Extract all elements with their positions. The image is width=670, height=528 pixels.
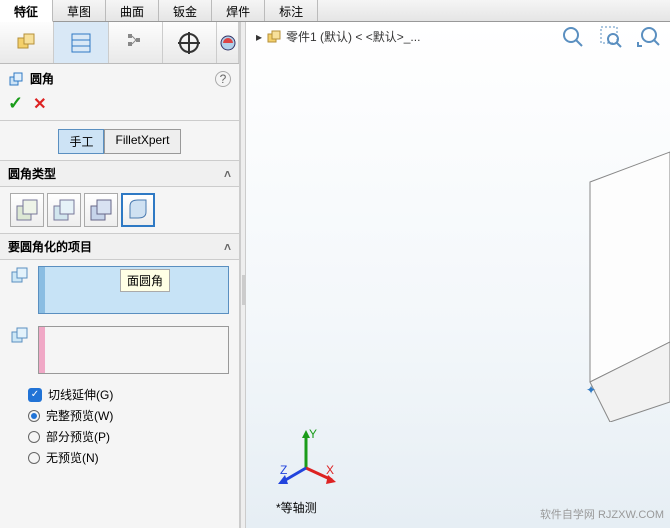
tab-feature[interactable]: 特征 — [0, 0, 53, 22]
feature-title-bar: 圆角 ? — [0, 64, 239, 93]
ok-button[interactable]: ✓ — [8, 93, 23, 114]
tooltip: 面圆角 — [120, 269, 170, 292]
help-icon[interactable]: ? — [215, 71, 231, 87]
part-icon — [266, 29, 282, 45]
main-tabstrip: 特征 草图 曲面 钣金 焊件 标注 — [0, 0, 670, 22]
cancel-button[interactable]: ✕ — [33, 94, 46, 114]
confirm-row: ✓ ✕ — [0, 93, 239, 118]
tab-weldment[interactable]: 焊件 — [212, 0, 265, 21]
feature-title: 圆角 — [30, 70, 54, 87]
property-panel: 圆角 ? ✓ ✕ 手工 FilletXpert 圆角类型 ˄ 面圆角 要圆角化的… — [0, 22, 240, 528]
feature-manager-icon[interactable] — [0, 22, 54, 63]
option-label: 部分预览(P) — [46, 428, 110, 445]
zoom-area-icon[interactable] — [598, 24, 624, 50]
partial-preview-option[interactable]: 部分预览(P) — [28, 426, 211, 447]
fillet-icon — [8, 71, 24, 87]
manual-mode-button[interactable]: 手工 — [58, 129, 104, 154]
svg-text:X: X — [326, 463, 334, 477]
face-set-2-row — [0, 320, 239, 380]
no-preview-option[interactable]: 无预览(N) — [28, 447, 211, 468]
option-label: 完整预览(W) — [46, 407, 113, 424]
section-label: 要圆角化的项目 — [8, 238, 92, 255]
expand-icon[interactable]: ▸ — [256, 30, 262, 44]
fillet-type-row — [0, 187, 239, 233]
svg-text:✦: ✦ — [586, 383, 596, 397]
breadcrumb-text: 零件1 (默认) < <默认>_... — [286, 28, 420, 45]
zoom-fit-icon[interactable] — [560, 24, 586, 50]
property-manager-icon[interactable] — [54, 22, 108, 63]
face-set-icon — [10, 266, 30, 286]
fillet-type-full-round[interactable] — [121, 193, 155, 227]
watermark: 软件自学网 RJZXW.COM — [540, 506, 664, 522]
tab-surface[interactable]: 曲面 — [106, 0, 159, 21]
face-set-2-list[interactable] — [38, 326, 229, 374]
section-fillet-type[interactable]: 圆角类型 ˄ — [0, 160, 239, 187]
tab-annotate[interactable]: 标注 — [265, 0, 318, 21]
prev-view-icon[interactable] — [636, 24, 662, 50]
option-label: 切线延伸(G) — [48, 386, 113, 403]
fillet-type-face[interactable] — [84, 193, 118, 227]
viewport[interactable]: ▸ 零件1 (默认) < <默认>_... ✦ Y X Z *等轴测 软件自学网… — [246, 22, 670, 528]
fillet-type-variable[interactable] — [47, 193, 81, 227]
panel-mode-row — [0, 22, 239, 64]
chevron-up-icon[interactable]: ˄ — [224, 240, 231, 254]
radio-icon[interactable] — [28, 431, 40, 443]
model-cube: ✦ — [550, 142, 670, 422]
view-label: *等轴测 — [276, 499, 317, 516]
tangent-option[interactable]: ✓ 切线延伸(G) — [28, 384, 211, 405]
face-set-icon — [10, 326, 30, 346]
svg-text:Y: Y — [309, 428, 317, 441]
mode-row: 手工 FilletXpert — [0, 123, 239, 160]
view-tools — [560, 24, 662, 50]
breadcrumb[interactable]: ▸ 零件1 (默认) < <默认>_... — [256, 28, 420, 45]
filletxpert-mode-button[interactable]: FilletXpert — [104, 129, 180, 154]
radio-icon[interactable] — [28, 452, 40, 464]
checkbox-checked-icon[interactable]: ✓ — [28, 388, 42, 402]
radio-selected-icon[interactable] — [28, 410, 40, 422]
chevron-up-icon[interactable]: ˄ — [224, 167, 231, 181]
tab-sheetmetal[interactable]: 钣金 — [159, 0, 212, 21]
preview-options: ✓ 切线延伸(G) 完整预览(W) 部分预览(P) 无预览(N) — [0, 380, 239, 472]
full-preview-option[interactable]: 完整预览(W) — [28, 405, 211, 426]
panel-overflow-icon[interactable] — [217, 22, 239, 63]
tab-sketch[interactable]: 草图 — [53, 0, 106, 21]
config-manager-icon[interactable] — [109, 22, 163, 63]
separator — [0, 120, 239, 121]
section-items[interactable]: 要圆角化的项目 ˄ — [0, 233, 239, 260]
section-label: 圆角类型 — [8, 165, 56, 182]
svg-text:Z: Z — [280, 463, 287, 477]
fillet-type-constant[interactable] — [10, 193, 44, 227]
dimxpert-icon[interactable] — [163, 22, 217, 63]
option-label: 无预览(N) — [46, 449, 99, 466]
triad-icon: Y X Z — [276, 428, 336, 488]
